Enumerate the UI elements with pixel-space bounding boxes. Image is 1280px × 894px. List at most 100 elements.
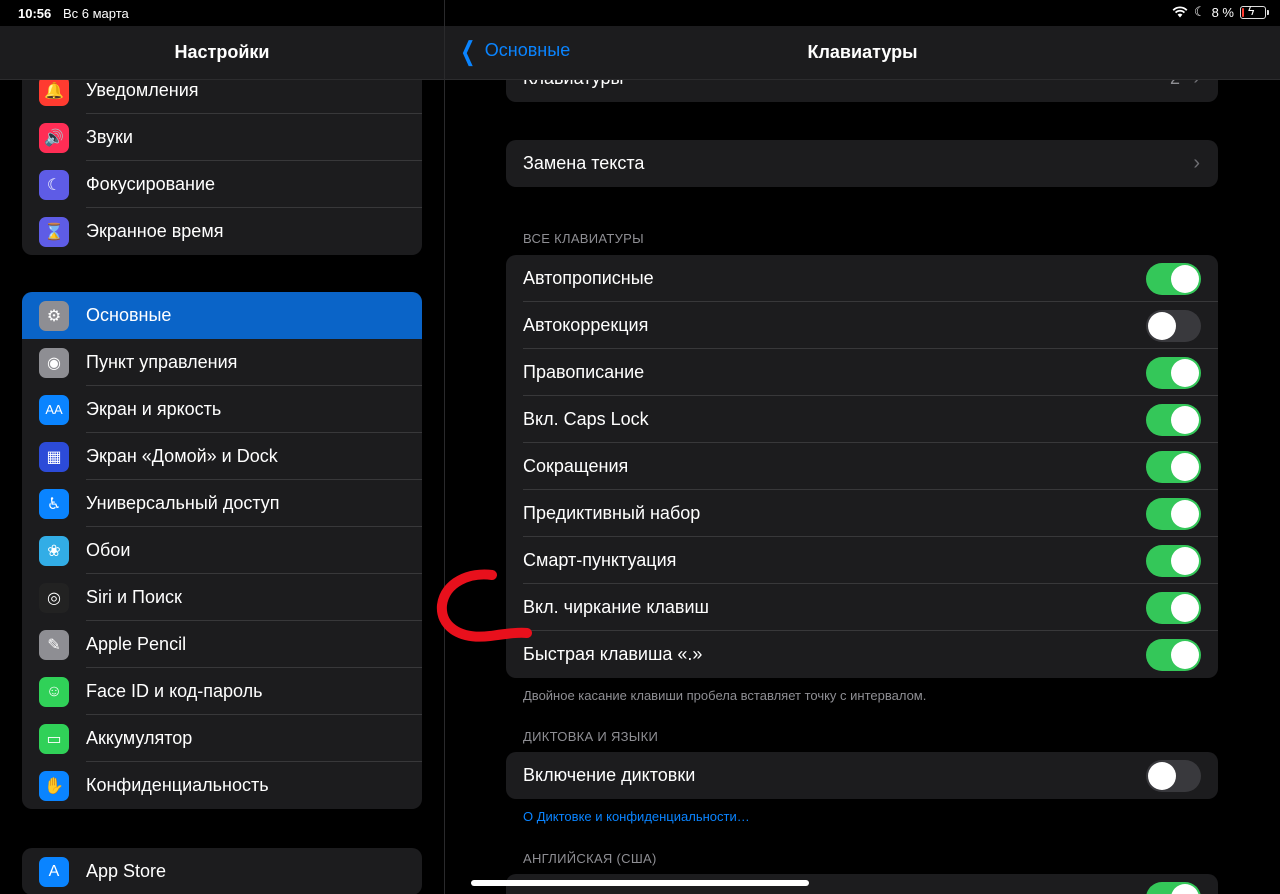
dictation-row: Включение диктовки bbox=[506, 752, 1218, 799]
setting-toggle[interactable] bbox=[1146, 357, 1201, 389]
battery-icon: ϟ bbox=[1240, 4, 1269, 19]
all-keyboards-group: Автопрописные Автокоррекция Правописание Вк… bbox=[506, 255, 1218, 678]
setting-toggle[interactable] bbox=[1146, 263, 1201, 295]
home-indicator[interactable] bbox=[471, 880, 809, 886]
sidebar-item[interactable]: ☺ Face ID и код-пароль bbox=[22, 668, 422, 715]
pencil-icon: ✎ bbox=[39, 629, 69, 660]
sidebar-group-general: ⚙ Основные ◉ Пункт управления AA Экран и ярко… bbox=[22, 292, 422, 809]
sidebar-item[interactable]: ⌛ Экранное время bbox=[22, 208, 422, 255]
setting-toggle[interactable] bbox=[1146, 545, 1201, 577]
keyboard-setting-row: Правописание bbox=[506, 349, 1218, 396]
setting-toggle[interactable] bbox=[1146, 639, 1201, 671]
toggle-knob bbox=[1171, 453, 1199, 481]
toggle-knob bbox=[1171, 884, 1199, 894]
period-shortcut-footnote: Двойное касание клавиши пробела вставляе… bbox=[523, 688, 927, 703]
english-first-toggle[interactable] bbox=[1146, 882, 1201, 894]
sidebar-item[interactable]: 🔊 Звуки bbox=[22, 114, 422, 161]
battery-icon: ▭ bbox=[39, 723, 69, 754]
sidebar-item[interactable]: ◉ Пункт управления bbox=[22, 339, 422, 386]
sidebar-item[interactable]: A App Store bbox=[22, 848, 422, 894]
section-header-english: АНГЛИЙСКАЯ (США) bbox=[523, 851, 657, 866]
page-title: Клавиатуры bbox=[807, 42, 918, 62]
main-panel: ❮ Основные Клавиатуры Клавиатуры 2 › Зам… bbox=[445, 0, 1280, 894]
toggle-knob bbox=[1171, 265, 1199, 293]
moon-icon: ☾ bbox=[1193, 4, 1206, 19]
setting-label: Вкл. Caps Lock bbox=[523, 409, 649, 429]
setting-toggle[interactable] bbox=[1146, 451, 1201, 483]
keyboard-setting-row: Сокращения bbox=[506, 443, 1218, 490]
text-replacement-row[interactable]: Замена текста › bbox=[506, 140, 1218, 187]
sidebar-item[interactable]: ▦ Экран «Домой» и Dock bbox=[22, 433, 422, 480]
setting-toggle[interactable] bbox=[1146, 404, 1201, 436]
sidebar-group-notifications: 🔔 Уведомления 🔊 Звуки ☾ Фокусирование ⌛ Экранно… bbox=[22, 67, 422, 255]
sidebar-item[interactable]: ✋ Конфиденциальность bbox=[22, 762, 422, 809]
sidebar-item-label: Экран «Домой» и Dock bbox=[86, 446, 278, 466]
toggles-icon: ◉ bbox=[39, 347, 69, 378]
text-replacement-group: Замена текста › bbox=[506, 140, 1218, 187]
setting-toggle[interactable] bbox=[1146, 310, 1201, 342]
sidebar-item[interactable]: ◎ Siri и Поиск bbox=[22, 574, 422, 621]
status-time: 10:56 bbox=[18, 6, 52, 21]
gear-icon: ⚙ bbox=[39, 300, 69, 331]
keyboard-setting-row: Вкл. чиркание клавиш bbox=[506, 584, 1218, 631]
sidebar-item-label: Экран и яркость bbox=[86, 399, 222, 419]
keyboard-setting-row: Вкл. Caps Lock bbox=[506, 396, 1218, 443]
wifi-icon bbox=[1172, 6, 1188, 18]
chevron-right-icon: › bbox=[1193, 152, 1200, 174]
accessibility-icon: ♿ bbox=[39, 488, 69, 519]
sidebar-item-label: Apple Pencil bbox=[86, 634, 187, 654]
keyboard-setting-row: Быстрая клавиша «.» bbox=[506, 631, 1218, 678]
sidebar-header: Настройки bbox=[0, 26, 444, 80]
sidebar: 🔔 Уведомления 🔊 Звуки ☾ Фокусирование ⌛ Экранно… bbox=[0, 0, 444, 894]
toggle-knob bbox=[1171, 406, 1199, 434]
red-marker-annotation bbox=[436, 569, 532, 642]
toggle-knob bbox=[1171, 641, 1199, 669]
sidebar-item[interactable]: ⚙ Основные bbox=[22, 292, 422, 339]
sidebar-item-label: Звуки bbox=[86, 127, 133, 147]
toggle-knob bbox=[1171, 359, 1199, 387]
dictation-group: Включение диктовки bbox=[506, 752, 1218, 799]
setting-label: Правописание bbox=[523, 362, 645, 382]
keyboard-setting-row: Автопрописные bbox=[506, 255, 1218, 302]
text-size-icon: AA bbox=[39, 394, 69, 425]
keyboard-setting-row: Смарт-пунктуация bbox=[506, 537, 1218, 584]
sidebar-item-label: Face ID и код-пароль bbox=[86, 681, 263, 701]
sidebar-item-label: Обои bbox=[86, 540, 131, 560]
nav-bar: ❮ Основные Клавиатуры bbox=[445, 26, 1280, 80]
hand-icon: ✋ bbox=[39, 770, 69, 801]
setting-label: Быстрая клавиша «.» bbox=[523, 644, 703, 664]
sidebar-item-label: Siri и Поиск bbox=[86, 587, 182, 607]
sidebar-item-label: Аккумулятор bbox=[86, 728, 193, 748]
hourglass-icon: ⌛ bbox=[39, 216, 69, 247]
section-header-all-keyboards: ВСЕ КЛАВИАТУРЫ bbox=[523, 231, 644, 246]
sidebar-item[interactable]: ▭ Аккумулятор bbox=[22, 715, 422, 762]
sidebar-item-label: Фокусирование bbox=[86, 174, 216, 194]
sidebar-group-store: A App Store bbox=[22, 848, 422, 894]
app-store-icon: A bbox=[39, 856, 69, 887]
keyboard-setting-row: Предиктивный набор bbox=[506, 490, 1218, 537]
face-id-icon: ☺ bbox=[39, 676, 69, 707]
setting-label: Сокращения bbox=[523, 456, 629, 476]
setting-toggle[interactable] bbox=[1146, 498, 1201, 530]
dictation-label: Включение диктовки bbox=[523, 765, 696, 785]
speaker-icon: 🔊 bbox=[39, 122, 69, 153]
sidebar-item[interactable]: ♿ Универсальный доступ bbox=[22, 480, 422, 527]
sidebar-title: Настройки bbox=[174, 42, 270, 62]
sidebar-item-label: Пункт управления bbox=[86, 352, 238, 372]
moon-icon: ☾ bbox=[39, 169, 69, 200]
sidebar-item-label: Уведомления bbox=[86, 80, 199, 100]
setting-label: Вкл. чиркание клавиш bbox=[523, 597, 709, 617]
sidebar-item[interactable]: AA Экран и яркость bbox=[22, 386, 422, 433]
sidebar-item[interactable]: ✎ Apple Pencil bbox=[22, 621, 422, 668]
sidebar-item[interactable]: ☾ Фокусирование bbox=[22, 161, 422, 208]
toggle-knob bbox=[1171, 594, 1199, 622]
dictation-toggle[interactable] bbox=[1146, 760, 1201, 792]
sidebar-item-label: Конфиденциальность bbox=[86, 775, 269, 795]
toggle-knob bbox=[1148, 762, 1176, 790]
sidebar-item[interactable]: ❀ Обои bbox=[22, 527, 422, 574]
battery-percent: 8 % bbox=[1211, 4, 1234, 20]
setting-toggle[interactable] bbox=[1146, 592, 1201, 624]
keyboard-setting-row: Автокоррекция bbox=[506, 302, 1218, 349]
dictation-privacy-link[interactable]: О Диктовке и конфиденциальности… bbox=[523, 809, 750, 824]
toggle-knob bbox=[1171, 547, 1199, 575]
